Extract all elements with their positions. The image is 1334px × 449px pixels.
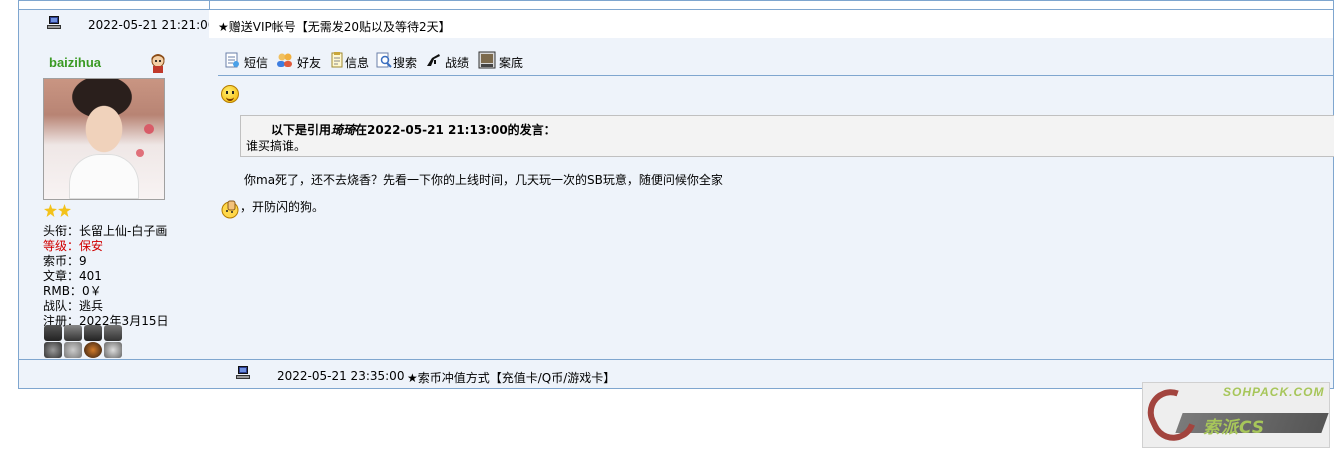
next-post-time: 2022-05-21 23:35:00 [277,369,405,383]
computer-icon [236,366,250,379]
toolbar-info[interactable]: 信息 [345,54,369,71]
crown-medal-icon [104,325,122,341]
next-post-header-left [18,359,210,389]
watermark-brand: 索派CS [1203,418,1266,438]
next-post-title[interactable]: ★索币冲值方式【充值卡/Q币/游戏卡】 [407,369,615,386]
medal-icon [104,342,122,358]
toolbar-record[interactable]: 案底 [499,54,523,71]
post-content-panel [209,38,1334,360]
medal-icon [84,325,102,341]
user-info-panel: baizihua 头衔：长留上仙-白子画 等级：保安 索币：9 文章：401 R… [18,38,210,360]
site-watermark-logo: SOHPACK.COM 索派CS [1142,382,1330,448]
quote-box: 以下是引用琦琦在2022-05-21 21:13:00的发言： 谁买搞谁。 [240,115,1334,157]
hand-emoticon-icon [220,199,240,219]
quote-author[interactable]: 琦琦 [331,123,355,137]
computer-icon [47,16,61,29]
toolbar-search[interactable]: 搜索 [393,54,417,71]
post-time: 2022-05-21 21:21:00 [88,18,216,32]
friends-icon[interactable] [276,52,292,68]
toolbar-divider [218,75,1334,76]
watermark-site: SOHPACK.COM [1223,385,1325,399]
toolbar-friends[interactable]: 好友 [297,54,321,71]
forum-table: 2022-05-21 21:21:00 ★赠送VIP帐号【无需发20贴以及等待2… [18,0,1334,389]
post-body-line: 你ma死了，还不去烧香？先看一下你的上线时间，几天玩一次的SB玩意，随便问候你全… [244,173,723,187]
gender-icon [147,52,169,74]
message-icon[interactable] [224,52,240,68]
medal-icon [44,342,62,358]
smiley-emoticon-icon [221,85,239,103]
post-header-left: 2022-05-21 21:21:00 [18,9,215,39]
medal-icon [64,325,82,341]
medal-icon [64,342,82,358]
toolbar-message[interactable]: 短信 [244,54,268,71]
toolbar-stats[interactable]: 战绩 [445,54,469,71]
record-icon[interactable] [478,51,496,69]
medal-icon [44,325,62,341]
username[interactable]: baizihua [49,55,101,70]
avatar[interactable] [43,78,165,200]
quote-body: 谁买搞谁。 [246,139,307,153]
post-body-line: ，开防闪的狗。 [240,200,325,214]
post-header-right: ★赠送VIP帐号【无需发20贴以及等待2天】 [209,9,1334,39]
search-icon[interactable] [376,52,392,68]
medal-icon [84,342,102,358]
info-icon[interactable] [329,52,345,68]
rank-star-icon [44,204,57,217]
gun-icon[interactable] [425,52,441,68]
rank-star-icon [58,204,71,217]
quote-header: 以下是引用琦琦在2022-05-21 21:13:00的发言： [271,123,556,137]
post-title[interactable]: ★赠送VIP帐号【无需发20贴以及等待2天】 [218,18,451,35]
